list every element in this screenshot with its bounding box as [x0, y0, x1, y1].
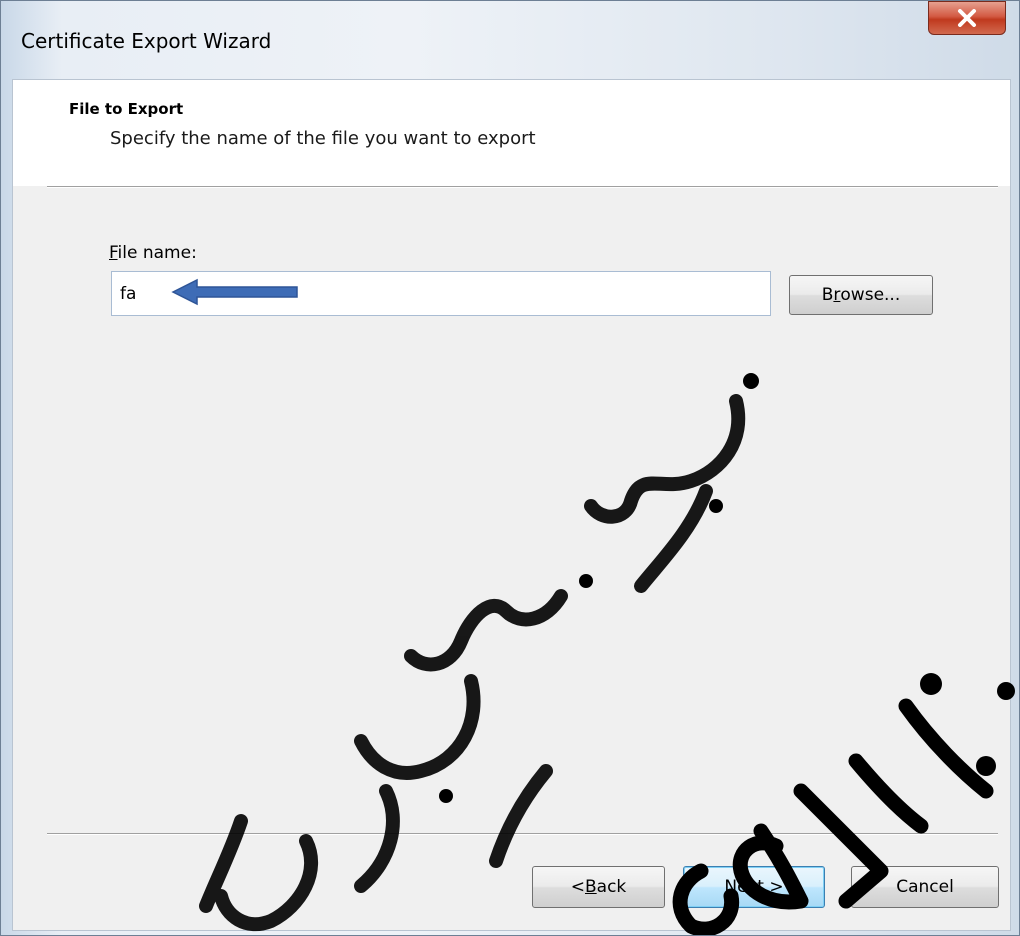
header-divider	[47, 186, 998, 188]
back-label-pre: <	[570, 877, 585, 897]
next-label-accel: N	[724, 877, 738, 897]
wizard-client-area: File to Export Specify the name of the f…	[12, 79, 1011, 931]
left-arrow-icon	[171, 278, 298, 306]
wizard-header: File to Export Specify the name of the f…	[13, 80, 1010, 186]
title-bar[interactable]: Certificate Export Wizard	[1, 1, 1019, 79]
dialog-window: Certificate Export Wizard File to Export…	[0, 0, 1020, 936]
page-title: File to Export	[69, 100, 184, 118]
page-subtitle: Specify the name of the file you want to…	[110, 128, 536, 149]
back-button[interactable]: < Back	[532, 866, 665, 908]
footer-divider	[47, 833, 998, 835]
cancel-button[interactable]: Cancel	[851, 866, 999, 908]
next-button[interactable]: Next >	[683, 866, 825, 908]
browse-label-post: owse...	[840, 285, 901, 305]
next-label-post: ext >	[737, 877, 784, 897]
file-name-label: File name:	[109, 243, 197, 263]
window-title: Certificate Export Wizard	[21, 29, 272, 53]
browse-label-pre: B	[821, 285, 834, 305]
back-label-accel: B	[584, 877, 597, 897]
browse-label-accel: r	[833, 285, 841, 305]
close-button[interactable]	[928, 1, 1006, 35]
back-label-post: ack	[596, 877, 627, 897]
file-name-label-text: ile name:	[117, 243, 197, 263]
close-icon	[958, 9, 976, 27]
file-name-label-accel: F	[109, 243, 118, 263]
cancel-label: Cancel	[896, 877, 954, 897]
browse-button[interactable]: Br owse...	[789, 275, 933, 315]
